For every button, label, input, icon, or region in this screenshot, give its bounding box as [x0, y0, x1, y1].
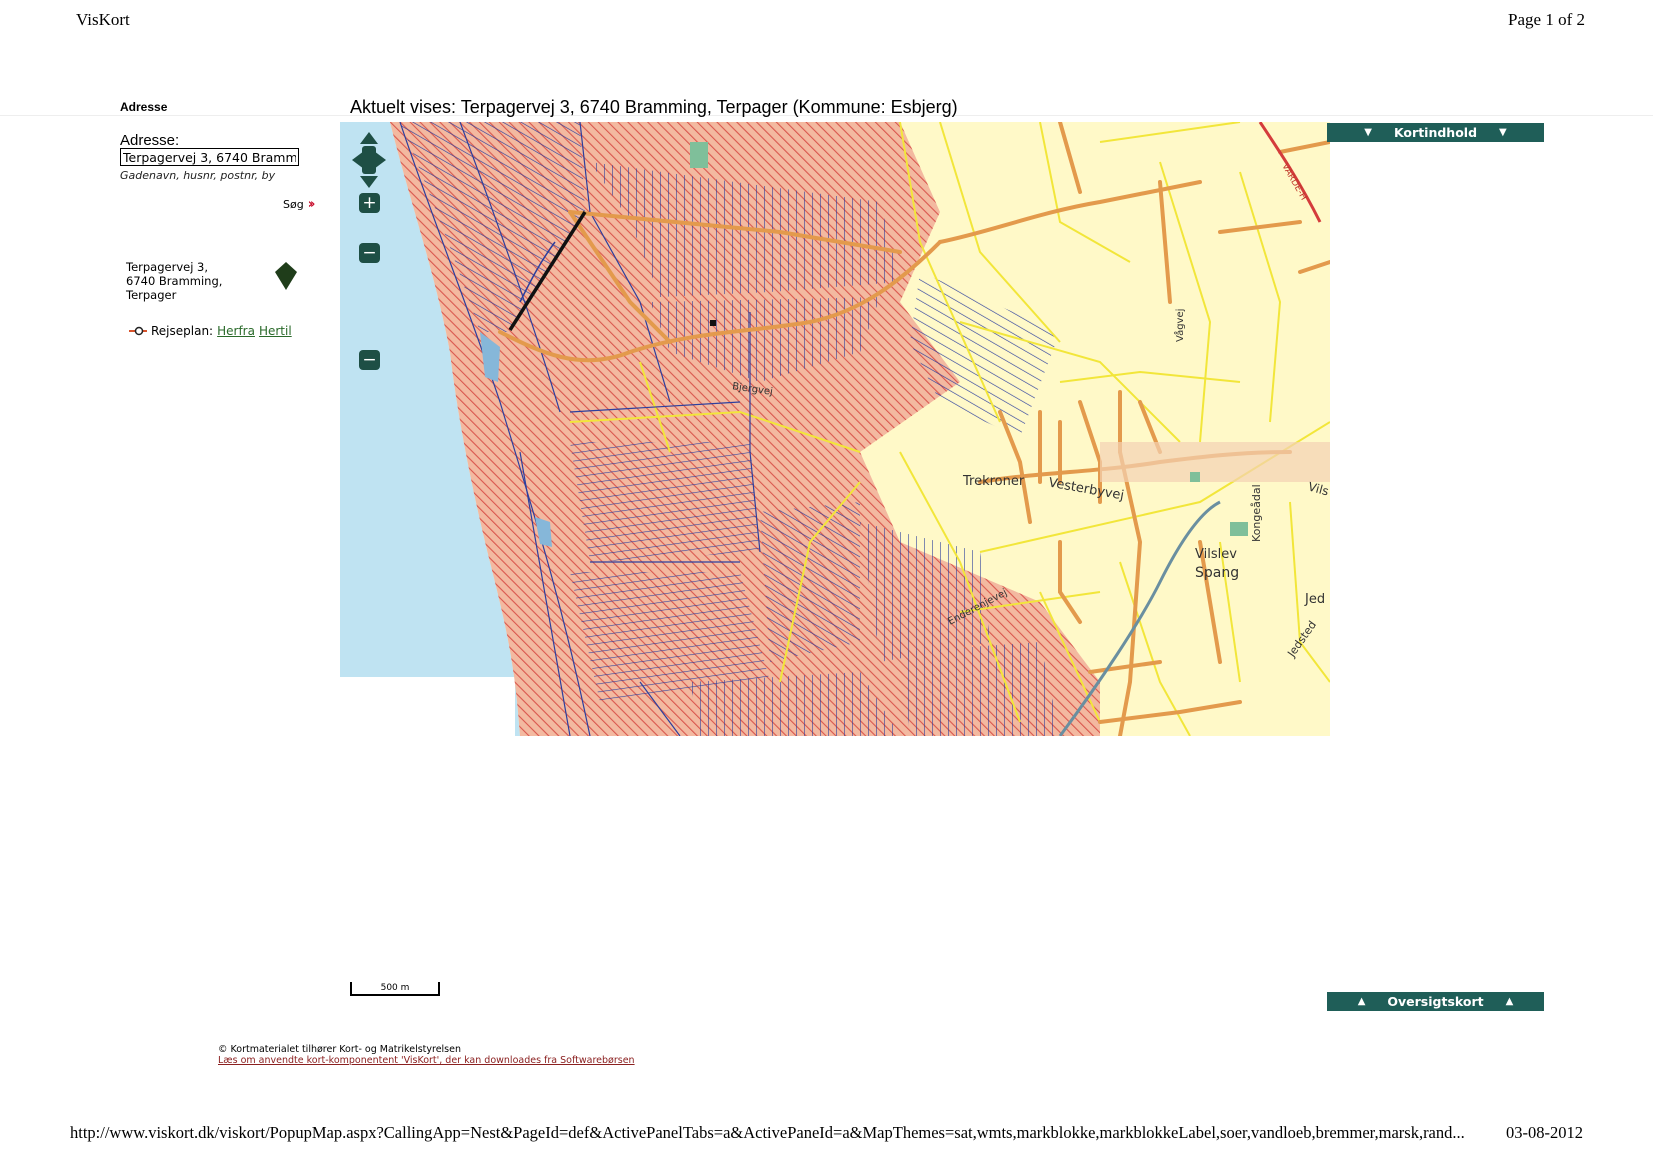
- map-label-vagvej: Vågvej: [1175, 308, 1186, 342]
- print-header-page: Page 1 of 2: [1508, 10, 1585, 29]
- map-content-panel-button[interactable]: ▼ Kortindhold ▼: [1327, 123, 1544, 142]
- about-viskort-link[interactable]: Læs om anvendte kort-komponentent 'VisKo…: [218, 1055, 635, 1066]
- overview-map-panel-label: Oversigtskort: [1387, 994, 1484, 1009]
- double-chevron-right-icon: ››: [307, 197, 316, 212]
- map-canvas[interactable]: Trekroner Vesterbyvej Vilslev Spang Kong…: [340, 122, 1330, 736]
- search-label: Søg: [283, 198, 304, 211]
- copyright-notice: © Kortmaterialet tilhører Kort- og Matri…: [218, 1044, 462, 1055]
- map-image: [340, 122, 1330, 736]
- scale-bar: 500 m: [350, 982, 440, 996]
- route-plan: Rejseplan: Herfra Hertil: [129, 324, 292, 338]
- route-label: Rejseplan:: [151, 324, 214, 338]
- result-address-line: Terpager: [126, 288, 177, 302]
- print-footer-url: http://www.viskort.dk/viskort/PopupMap.a…: [70, 1123, 1465, 1142]
- zoom-in-button[interactable]: +: [359, 193, 380, 213]
- plus-icon: +: [362, 193, 377, 213]
- zoom-out-button[interactable]: −: [359, 243, 380, 263]
- route-icon: [129, 326, 147, 336]
- zoom-slider-handle[interactable]: −: [359, 350, 380, 370]
- map-label-kongeadal: Kongeådal: [1250, 484, 1263, 542]
- expand-down-icon: ▼: [1499, 127, 1507, 138]
- map-content-panel-label: Kortindhold: [1393, 125, 1478, 140]
- route-from-link[interactable]: Herfra: [217, 324, 255, 338]
- address-input[interactable]: [120, 148, 299, 166]
- search-button[interactable]: Søg ››: [283, 197, 316, 212]
- pan-control[interactable]: [350, 130, 388, 190]
- map-label-spang: Spang: [1195, 565, 1240, 581]
- map-title: Aktuelt vises: Terpagervej 3, 6740 Bramm…: [350, 97, 958, 117]
- result-address-line: Terpagervej 3,: [126, 260, 209, 274]
- expand-up-icon: ▲: [1357, 996, 1366, 1007]
- location-pin-icon[interactable]: [274, 262, 298, 290]
- minus-icon: −: [362, 243, 377, 263]
- result-address[interactable]: Terpagervej 3, 6740 Bramming, Terpager: [126, 260, 266, 302]
- print-header-app: VisKort: [76, 10, 130, 29]
- expand-down-icon: ▼: [1364, 127, 1372, 138]
- expand-up-icon: ▲: [1505, 996, 1514, 1007]
- print-footer-date: 03-08-2012: [1506, 1123, 1583, 1142]
- result-address-line: 6740 Bramming,: [126, 274, 223, 288]
- map-label-trekroner: Trekroner: [963, 474, 1025, 489]
- minus-icon: −: [362, 350, 377, 370]
- map-label-jed: Jed: [1305, 592, 1326, 607]
- address-hint: Gadenavn, husnr, postnr, by: [120, 169, 276, 182]
- map-label-vilslev: Vilslev: [1195, 547, 1237, 562]
- overview-map-panel-button[interactable]: ▲ Oversigtskort ▲: [1327, 992, 1544, 1011]
- address-label: Adresse:: [120, 132, 180, 149]
- route-to-link[interactable]: Hertil: [259, 324, 292, 338]
- address-panel-title: Adresse: [120, 100, 168, 114]
